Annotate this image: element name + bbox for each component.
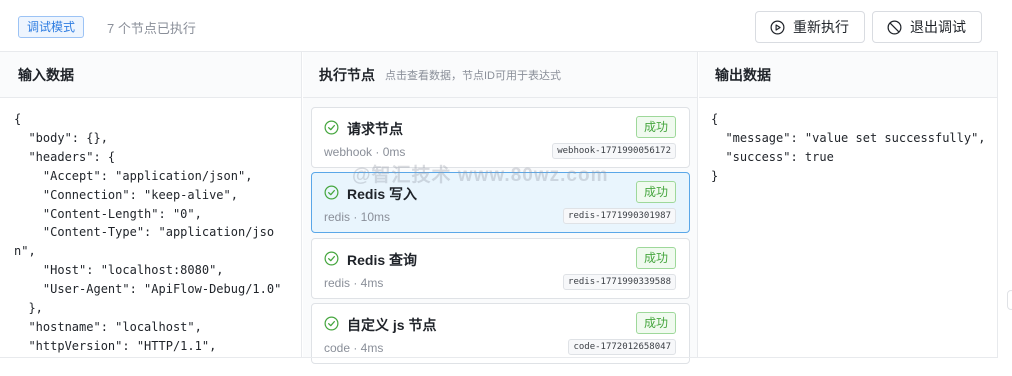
node-id-tag[interactable]: redis-1771990339588 xyxy=(563,274,676,290)
check-circle-icon xyxy=(324,251,339,266)
node-name: 自定义 js 节点 xyxy=(347,317,437,333)
executed-nodes-title: 执行节点 xyxy=(319,66,375,83)
input-json-viewer[interactable]: { "body": {}, "headers": { "Accept": "ap… xyxy=(0,98,301,356)
bottom-divider xyxy=(0,357,998,358)
node-name: 请求节点 xyxy=(347,121,403,137)
node-card[interactable]: Redis 查询 成功 redis · 4ms redis-1771990339… xyxy=(311,238,690,299)
node-status-badge: 成功 xyxy=(635,312,676,334)
node-name: Redis 写入 xyxy=(347,186,418,202)
node-status-badge: 成功 xyxy=(635,116,676,138)
check-circle-icon xyxy=(324,316,339,331)
rerun-button[interactable]: 重新执行 xyxy=(755,11,865,43)
node-status-badge: 成功 xyxy=(635,181,676,203)
node-card-selected[interactable]: Redis 写入 成功 redis · 10ms redis-177199030… xyxy=(311,172,690,233)
input-data-title: 输入数据 xyxy=(18,66,74,83)
node-meta: redis · 10ms xyxy=(324,210,391,224)
debug-mode-badge: 调试模式 xyxy=(18,16,85,38)
check-circle-icon xyxy=(324,185,339,200)
executed-count-text: 7 个节点已执行 xyxy=(107,21,196,36)
exit-debug-button[interactable]: 退出调试 xyxy=(872,11,982,43)
rerun-label: 重新执行 xyxy=(793,19,849,35)
executed-nodes-header: 执行节点 点击查看数据，节点ID可用于表达式 xyxy=(303,52,697,98)
output-data-title: 输出数据 xyxy=(715,66,771,83)
node-id-tag[interactable]: code-1772012658047 xyxy=(568,339,676,355)
output-data-panel: 输出数据 { "message": "value set successfull… xyxy=(699,52,998,358)
debug-toolbar: 调试模式 7 个节点已执行 重新执行 退出调试 xyxy=(0,0,998,52)
node-meta: redis · 4ms xyxy=(324,276,384,290)
input-data-header: 输入数据 xyxy=(0,52,301,98)
node-name: Redis 查询 xyxy=(347,252,418,268)
node-id-tag[interactable]: redis-1771990301987 xyxy=(563,208,676,224)
node-id-tag[interactable]: webhook-1771990056172 xyxy=(552,143,676,159)
node-meta: code · 4ms xyxy=(324,341,384,355)
output-data-header: 输出数据 xyxy=(699,52,997,98)
node-card[interactable]: 自定义 js 节点 成功 code · 4ms code-17720126580… xyxy=(311,303,690,364)
node-meta: webhook · 0ms xyxy=(324,145,406,159)
node-card[interactable]: 请求节点 成功 webhook · 0ms webhook-1771990056… xyxy=(311,107,690,168)
executed-nodes-hint: 点击查看数据，节点ID可用于表达式 xyxy=(385,69,561,82)
input-data-panel: 输入数据 { "body": {}, "headers": { "Accept"… xyxy=(0,52,302,358)
play-circle-icon xyxy=(770,20,785,34)
ban-icon xyxy=(887,20,902,34)
executed-nodes-panel: 执行节点 点击查看数据，节点ID可用于表达式 请求节点 成功 webhook ·… xyxy=(303,52,698,364)
node-status-badge: 成功 xyxy=(635,247,676,269)
check-circle-icon xyxy=(324,120,339,135)
output-json-viewer[interactable]: { "message": "value set successfully", "… xyxy=(699,98,997,186)
panel-resize-handle[interactable] xyxy=(1007,290,1012,310)
exit-debug-label: 退出调试 xyxy=(910,19,966,35)
